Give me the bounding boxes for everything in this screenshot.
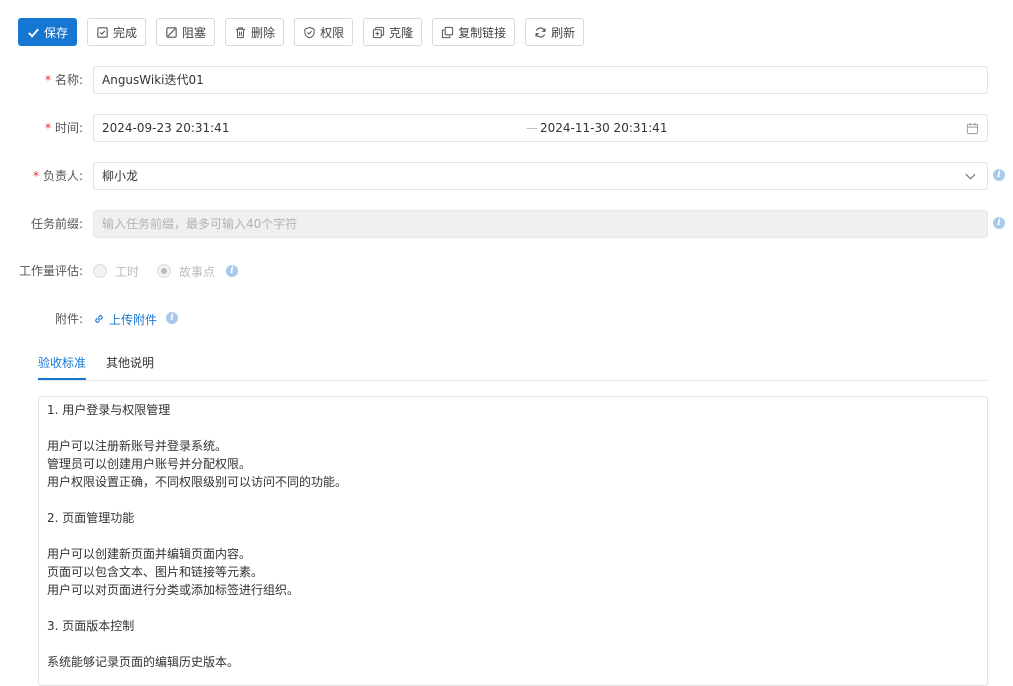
- required-mark: *: [44, 121, 51, 135]
- shield-icon: [304, 26, 315, 38]
- editor-line: 管理员可以创建用户账号并分配权限。: [47, 457, 252, 471]
- editor-line: 用户权限设置正确，不同权限级别可以访问不同的功能。: [47, 475, 348, 489]
- delete-label: 删除: [251, 25, 276, 40]
- tab-acceptance-criteria[interactable]: 验收标准: [38, 350, 87, 380]
- editor-line: 用户可以创建新页面并编辑页面内容。: [47, 547, 252, 561]
- required-mark: *: [32, 169, 39, 183]
- permission-button[interactable]: 权限: [294, 18, 354, 46]
- copy-icon: [441, 26, 454, 38]
- required-mark: *: [44, 73, 51, 87]
- radio-hours-label: 工时: [115, 264, 140, 279]
- toolbar: 保存 完成 阻塞 删除 权限 克隆 复制链接 刷新: [18, 18, 585, 46]
- owner-select[interactable]: 柳小龙: [93, 162, 988, 190]
- permission-label: 权限: [320, 25, 345, 40]
- trash-icon: [235, 26, 246, 38]
- block-label: 阻塞: [182, 25, 207, 40]
- owner-label: 负责人: [42, 169, 79, 183]
- delete-button[interactable]: 删除: [225, 18, 285, 46]
- end-date[interactable]: 2024-11-30 20:31:41: [540, 115, 667, 141]
- refresh-label: 刷新: [551, 25, 576, 40]
- estimate-label: 工作量评估: [18, 264, 79, 278]
- chevron-down-icon: [965, 173, 976, 180]
- prefix-row: 任务前缀: 输入任务前缀，最多可输入40个字符 i: [0, 210, 1013, 238]
- copy-link-button[interactable]: 复制链接: [432, 18, 516, 46]
- editor-line: 1. 用户登录与权限管理: [47, 403, 171, 417]
- name-input[interactable]: AngusWiki迭代01: [93, 66, 988, 94]
- name-label-wrap: * 名称:: [45, 66, 83, 94]
- colon: :: [78, 169, 83, 183]
- prefix-input[interactable]: 输入任务前缀，最多可输入40个字符: [93, 210, 988, 238]
- owner-value: 柳小龙: [102, 169, 139, 183]
- prefix-label-wrap: 任务前缀:: [31, 210, 83, 238]
- name-row: * 名称: AngusWiki迭代01: [0, 66, 1013, 94]
- time-label-wrap: * 时间:: [45, 114, 83, 142]
- colon: :: [78, 312, 83, 326]
- info-icon[interactable]: i: [226, 265, 238, 277]
- estimate-row: 工作量评估: 工时 故事点 i: [0, 257, 1013, 285]
- editor-line: 3. 页面版本控制: [47, 619, 135, 633]
- refresh-icon: [535, 27, 546, 37]
- link-icon: [95, 315, 103, 323]
- upload-attachment-link[interactable]: 上传附件: [93, 305, 157, 333]
- radio-story-points[interactable]: 故事点: [157, 263, 215, 279]
- tab-other-notes[interactable]: 其他说明: [106, 350, 154, 380]
- attachment-row: 附件: 上传附件 i: [0, 305, 1013, 333]
- radio-story-points-label: 故事点: [179, 264, 216, 279]
- radio-circle: [93, 264, 107, 278]
- colon: :: [78, 264, 83, 278]
- name-label: 名称: [54, 73, 79, 87]
- editor-line: 系统能够记录页面的编辑历史版本。: [47, 655, 240, 669]
- calendar-icon[interactable]: [966, 122, 979, 135]
- tab-bar: 验收标准 其他说明: [38, 350, 988, 381]
- prefix-label: 任务前缀: [30, 217, 79, 231]
- estimate-label-wrap: 工作量评估:: [19, 257, 83, 285]
- save-label: 保存: [44, 25, 69, 40]
- clone-button[interactable]: 克隆: [363, 18, 423, 46]
- editor-line: 2. 页面管理功能: [47, 511, 135, 525]
- colon: :: [78, 73, 83, 87]
- range-separator: —: [526, 121, 538, 135]
- copy-link-label: 复制链接: [458, 25, 507, 40]
- acceptance-criteria-editor[interactable]: 1. 用户登录与权限管理 用户可以注册新账号并登录系统。 管理员可以创建用户账号…: [38, 396, 988, 686]
- clone-label: 克隆: [389, 25, 414, 40]
- block-icon: [166, 26, 177, 38]
- editor-line: 页面可以包含文本、图片和链接等元素。: [47, 565, 264, 579]
- time-label: 时间: [54, 121, 79, 135]
- complete-button[interactable]: 完成: [87, 18, 147, 46]
- clone-icon: [372, 26, 385, 38]
- info-icon[interactable]: i: [993, 217, 1005, 229]
- colon: :: [78, 121, 83, 135]
- block-button[interactable]: 阻塞: [156, 18, 216, 46]
- start-date[interactable]: 2024-09-23 20:31:41: [102, 115, 229, 141]
- owner-label-wrap: * 负责人:: [33, 162, 83, 190]
- attachment-label: 附件: [54, 312, 79, 326]
- time-row: * 时间: 2024-09-23 20:31:41 — 2024-11-30 20…: [0, 114, 1013, 142]
- owner-row: * 负责人: 柳小龙 i: [0, 162, 1013, 190]
- editor-line: 用户可以对页面进行分类或添加标签进行组织。: [47, 583, 300, 597]
- radio-dot: [161, 268, 167, 274]
- info-icon[interactable]: i: [166, 312, 178, 324]
- date-range-picker[interactable]: 2024-09-23 20:31:41 — 2024-11-30 20:31:4…: [93, 114, 988, 142]
- editor-line: 用户可以注册新账号并登录系统。: [47, 439, 228, 453]
- refresh-button[interactable]: 刷新: [525, 18, 585, 46]
- complete-label: 完成: [113, 25, 138, 40]
- complete-icon: [97, 26, 108, 38]
- radio-circle-checked: [157, 264, 171, 278]
- save-button[interactable]: 保存: [18, 18, 78, 46]
- info-icon[interactable]: i: [993, 169, 1005, 181]
- attachment-label-wrap: 附件:: [55, 305, 83, 333]
- check-icon: [28, 28, 39, 38]
- radio-hours[interactable]: 工时: [93, 263, 139, 279]
- upload-attachment-label: 上传附件: [109, 312, 158, 327]
- colon: :: [78, 217, 83, 231]
